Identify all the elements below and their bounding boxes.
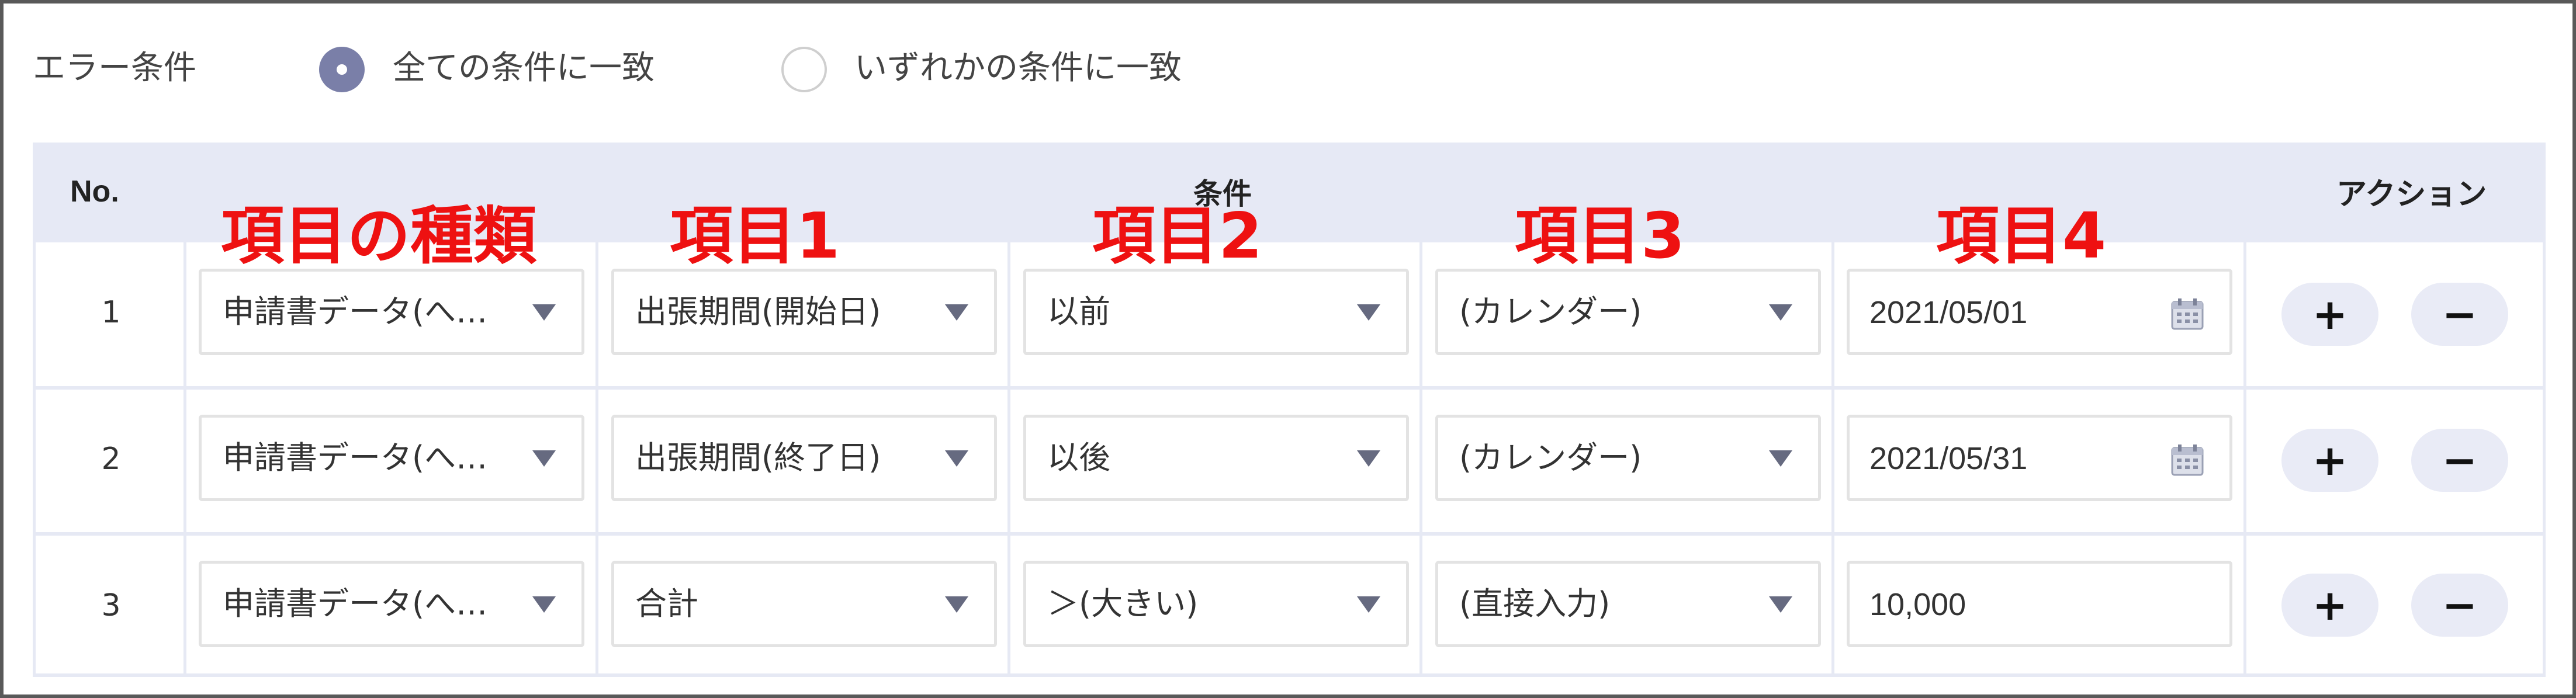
input-value: 2021/05/01 bbox=[1869, 295, 2028, 330]
plus-icon: + bbox=[2312, 290, 2348, 339]
row-number: 2 bbox=[101, 442, 121, 477]
calendar-icon[interactable] bbox=[2171, 445, 2204, 476]
dropdown-arrow-icon bbox=[945, 596, 968, 613]
item4-date-input[interactable]: 2021/05/31 bbox=[1847, 415, 2232, 501]
select-value: (直接入力) bbox=[1459, 585, 1611, 622]
item-type-select[interactable]: 申請書データ(へ… bbox=[199, 561, 584, 647]
item2-select[interactable]: ＞(大きい) bbox=[1023, 561, 1409, 647]
select-value: 申請書データ(へ… bbox=[223, 293, 488, 330]
row-divider bbox=[33, 532, 2546, 536]
annotation-item1: 項目1 bbox=[670, 200, 840, 273]
dropdown-arrow-icon bbox=[1769, 304, 1792, 321]
radio-match-all-label[interactable]: 全ての条件に一致 bbox=[393, 48, 655, 89]
select-value: 合計 bbox=[635, 585, 698, 622]
select-value: 以後 bbox=[1047, 439, 1110, 476]
item3-select[interactable]: (カレンダー) bbox=[1435, 269, 1821, 355]
add-condition-button[interactable]: + bbox=[2281, 429, 2378, 492]
select-value: 申請書データ(へ… bbox=[223, 585, 488, 622]
dropdown-arrow-icon bbox=[945, 304, 968, 321]
row-number: 3 bbox=[101, 588, 121, 623]
item-type-select[interactable]: 申請書データ(へ… bbox=[199, 415, 584, 501]
radio-match-all[interactable] bbox=[319, 47, 365, 92]
column-divider bbox=[183, 242, 186, 677]
item4-date-input[interactable]: 2021/05/01 bbox=[1847, 269, 2232, 355]
header-action: アクション bbox=[2336, 177, 2487, 212]
item3-select[interactable]: (カレンダー) bbox=[1435, 415, 1821, 501]
item-type-select[interactable]: 申請書データ(へ… bbox=[199, 269, 584, 355]
remove-condition-button[interactable]: − bbox=[2411, 429, 2508, 492]
plus-icon: + bbox=[2312, 581, 2348, 630]
remove-condition-button[interactable]: − bbox=[2411, 283, 2508, 346]
row-number: 1 bbox=[101, 295, 121, 330]
item3-select[interactable]: (直接入力) bbox=[1435, 561, 1821, 647]
item1-select[interactable]: 出張期間(開始日) bbox=[611, 269, 997, 355]
minus-icon: − bbox=[2442, 436, 2478, 485]
input-value: 2021/05/31 bbox=[1869, 441, 2028, 476]
item4-value-input[interactable]: 10,000 bbox=[1847, 561, 2232, 647]
dropdown-arrow-icon bbox=[1357, 450, 1380, 467]
select-value: 申請書データ(へ… bbox=[223, 439, 488, 476]
select-value: 出張期間(終了日) bbox=[635, 439, 881, 476]
item2-select[interactable]: 以後 bbox=[1023, 415, 1409, 501]
annotation-item-type: 項目の種類 bbox=[221, 200, 537, 273]
select-value: (カレンダー) bbox=[1459, 439, 1642, 476]
dropdown-arrow-icon bbox=[532, 596, 556, 613]
select-value: ＞(大きい) bbox=[1047, 585, 1199, 622]
column-divider bbox=[595, 242, 598, 677]
radio-match-any[interactable] bbox=[781, 47, 827, 92]
column-divider bbox=[1831, 242, 1834, 677]
column-divider bbox=[1419, 242, 1422, 677]
remove-condition-button[interactable]: − bbox=[2411, 574, 2508, 637]
add-condition-button[interactable]: + bbox=[2281, 283, 2378, 346]
radio-match-any-label[interactable]: いずれかの条件に一致 bbox=[854, 48, 1182, 89]
item1-select[interactable]: 出張期間(終了日) bbox=[611, 415, 997, 501]
dropdown-arrow-icon bbox=[1769, 450, 1792, 467]
calendar-icon[interactable] bbox=[2171, 298, 2204, 330]
select-value: 以前 bbox=[1047, 293, 1110, 330]
dropdown-arrow-icon bbox=[1357, 304, 1380, 321]
dropdown-arrow-icon bbox=[532, 304, 556, 321]
header-no: No. bbox=[70, 175, 119, 209]
annotation-item3: 項目3 bbox=[1515, 200, 1685, 273]
row-divider bbox=[33, 673, 2546, 677]
select-value: (カレンダー) bbox=[1459, 293, 1642, 330]
row-divider bbox=[33, 386, 2546, 390]
dropdown-arrow-icon bbox=[1357, 596, 1380, 613]
annotation-item2: 項目2 bbox=[1092, 200, 1263, 273]
select-value: 出張期間(開始日) bbox=[635, 293, 881, 330]
dropdown-arrow-icon bbox=[532, 450, 556, 467]
column-divider bbox=[1007, 242, 1010, 677]
dropdown-arrow-icon bbox=[1769, 596, 1792, 613]
plus-icon: + bbox=[2312, 436, 2348, 485]
item1-select[interactable]: 合計 bbox=[611, 561, 997, 647]
add-condition-button[interactable]: + bbox=[2281, 574, 2378, 637]
minus-icon: − bbox=[2442, 290, 2478, 339]
error-condition-label: エラー条件 bbox=[33, 49, 196, 87]
item2-select[interactable]: 以前 bbox=[1023, 269, 1409, 355]
minus-icon: − bbox=[2442, 581, 2478, 630]
annotation-item4: 項目4 bbox=[1936, 200, 2107, 273]
column-divider bbox=[2243, 242, 2246, 677]
input-value: 10,000 bbox=[1869, 587, 1966, 622]
dropdown-arrow-icon bbox=[945, 450, 968, 467]
